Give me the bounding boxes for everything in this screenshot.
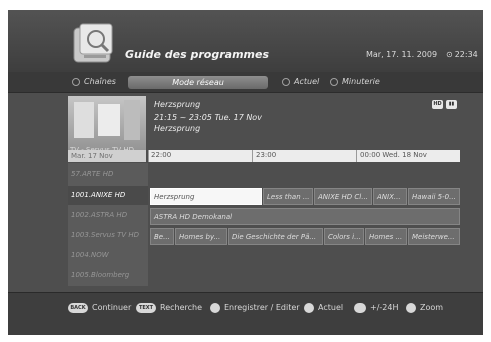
- timeline: 22:00 23:00 00:00 Wed. 18 Nov: [148, 150, 460, 162]
- event-cell[interactable]: Hawaii 5-0...: [408, 188, 460, 205]
- program-desc: Herzsprung: [154, 124, 201, 133]
- channel-item[interactable]: 57.ARTE HD: [68, 165, 148, 184]
- epg-logo-icon: [73, 23, 113, 63]
- hd-badge: HD: [432, 100, 443, 109]
- radio-chaines[interactable]: [72, 78, 80, 86]
- radio-minuterie[interactable]: [330, 78, 338, 86]
- enregistrer-label: Enregistrer / Editer: [224, 303, 300, 312]
- mode-reseau-button[interactable]: Mode réseau: [128, 76, 268, 89]
- mode-bar: Chaînes Mode réseau Actuel Minuterie: [8, 72, 483, 93]
- zoom-label: Zoom: [420, 303, 444, 312]
- event-cell[interactable]: Meisterwe...: [408, 228, 460, 245]
- channel-item[interactable]: 1003.Servus TV HD: [68, 226, 148, 245]
- mode-minuterie-label[interactable]: Minuterie: [342, 77, 380, 86]
- rewind-key-icon[interactable]: [304, 303, 314, 313]
- event-cell[interactable]: Homes ...: [365, 228, 407, 245]
- program-title: Herzsprung: [154, 100, 201, 109]
- header: Guide des programmes Mar, 17. 11. 2009 ⊙…: [8, 10, 483, 72]
- timeline-date: Mar. 17 Nov: [68, 150, 146, 162]
- recherche-label: Recherche: [160, 303, 203, 312]
- channel-item[interactable]: 1002.ASTRA HD: [68, 206, 148, 225]
- back-key-icon[interactable]: BACK: [68, 303, 88, 313]
- event-cell[interactable]: Die Geschichte der Pä...: [228, 228, 323, 245]
- channel-item[interactable]: 1004.NOW: [68, 246, 148, 265]
- radio-actuel[interactable]: [282, 78, 290, 86]
- zoom-key-icon[interactable]: [406, 303, 416, 313]
- timeline-2300: 23:00: [256, 151, 277, 159]
- timeline-0000: 00:00 Wed. 18 Nov: [360, 151, 427, 159]
- date-display: Mar, 17. 11. 2009: [366, 50, 438, 59]
- mode-actuel-label[interactable]: Actuel: [294, 77, 319, 86]
- dual-audio-badge: ▮▮: [446, 100, 457, 109]
- footer-bar: BACK Continuer TEXT Recherche Enregistre…: [8, 292, 483, 335]
- plusminus-label: +/-24H: [370, 303, 399, 312]
- time-value: 22:34: [454, 50, 478, 59]
- actuel-label: Actuel: [318, 303, 344, 312]
- continue-label: Continuer: [92, 303, 132, 312]
- event-cell[interactable]: ASTRA HD Demokanal: [150, 208, 460, 225]
- record-key-icon[interactable]: [210, 303, 220, 313]
- text-key-icon[interactable]: TEXT: [136, 303, 156, 313]
- channel-item-selected[interactable]: 1001.ANIXE HD: [68, 186, 148, 205]
- tv-screen: Guide des programmes Mar, 17. 11. 2009 ⊙…: [8, 10, 483, 335]
- event-cell[interactable]: ANIXE HD Cl...: [314, 188, 372, 205]
- mode-chaines-label[interactable]: Chaînes: [84, 77, 116, 86]
- event-cell[interactable]: Homes by...: [175, 228, 227, 245]
- event-cell-selected[interactable]: Herzsprung: [150, 188, 262, 205]
- clock-icon: ⊙: [446, 50, 453, 59]
- channel-item[interactable]: 1005.Bloomberg: [68, 266, 148, 285]
- timeline-2200: 22:00: [151, 151, 172, 159]
- event-cell[interactable]: Less than ...: [263, 188, 313, 205]
- channel-list: 57.ARTE HD 1001.ANIXE HD 1002.ASTRA HD 1…: [68, 163, 148, 286]
- page-key-icon[interactable]: [354, 303, 366, 313]
- program-time: 21:15 ~ 23:05 Tue. 17 Nov: [154, 113, 262, 122]
- page-title: Guide des programmes: [125, 48, 270, 61]
- event-cell[interactable]: Colors i...: [324, 228, 364, 245]
- time-display: ⊙ 22:34: [446, 50, 478, 59]
- event-cell[interactable]: Be...: [150, 228, 174, 245]
- event-cell[interactable]: ANIX...: [373, 188, 407, 205]
